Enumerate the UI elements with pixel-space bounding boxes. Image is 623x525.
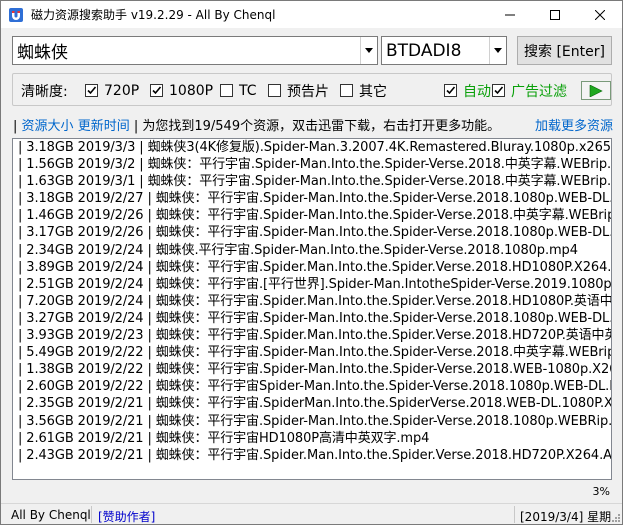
list-item[interactable]: | 3.89GB 2019/2/24 | 蜘蛛侠：平行宇宙.Spider.Man… <box>13 259 611 276</box>
filter-trailer[interactable]: 预告片 <box>268 82 329 100</box>
filter-tc[interactable]: TC <box>220 82 257 99</box>
resolution-label-text: 清晰度: <box>21 83 68 100</box>
checkbox-1080p[interactable] <box>150 84 163 97</box>
list-item[interactable]: | 2.34GB 2019/2/24 | 蜘蛛侠.平行宇宙.Spider-Man… <box>13 242 611 259</box>
ad-filter-label: 广告过滤 <box>511 83 567 100</box>
chevron-down-icon <box>365 48 373 53</box>
check-icon <box>494 86 504 95</box>
status-divider <box>514 506 515 523</box>
list-item[interactable]: | 2.51GB 2019/2/24 | 蜘蛛侠：平行宇宙.[平行世界].Spi… <box>13 276 611 293</box>
title-bar[interactable]: 磁力资源搜索助手 v19.2.29 - All By Chenql <box>1 1 622 28</box>
checkbox-trailer[interactable] <box>268 84 281 97</box>
window-title: 磁力资源搜索助手 v19.2.29 - All By Chenql <box>31 8 276 22</box>
list-item[interactable]: | 3.17GB 2019/2/26 | 蜘蛛侠：平行宇宙.Spider-Man… <box>13 224 611 241</box>
info-pipe: | <box>13 119 18 134</box>
check-icon <box>446 86 456 95</box>
play-icon <box>589 84 603 97</box>
list-item[interactable]: | 1.56GB 2019/3/2 | 蜘蛛侠：平行宇宙.Spider-Man.… <box>13 156 611 173</box>
checkbox-auto[interactable] <box>444 84 457 97</box>
list-item[interactable]: | 3.18GB 2019/3/3 | 蜘蛛侠3(4K修复版).Spider-M… <box>13 139 611 156</box>
maximize-button[interactable] <box>532 1 577 28</box>
list-item[interactable]: | 1.63GB 2019/3/1 | 蜘蛛侠：平行宇宙.Spider-Man.… <box>13 173 611 190</box>
auto-label: 自动 <box>463 83 491 100</box>
status-date: [2019/3/4] 星期一 <box>520 510 612 524</box>
results-list[interactable]: | 3.18GB 2019/3/3 | 蜘蛛侠3(4K修复版).Spider-M… <box>12 138 612 480</box>
status-divider <box>91 506 92 523</box>
checkbox-720p[interactable] <box>85 84 98 97</box>
status-bar: All By Chenql [赞助作者] [2019/3/4] 星期一 <box>1 503 622 524</box>
resolution-label: 清晰度: <box>21 82 68 100</box>
keyword-dropdown-button[interactable] <box>360 37 377 64</box>
check-icon <box>87 86 97 95</box>
list-item[interactable]: | 2.35GB 2019/2/21 | 蜘蛛侠：平行宇宙.SpiderMan.… <box>13 395 611 412</box>
keyword-combobox[interactable]: 蜘蛛侠 <box>12 36 378 65</box>
filter-1080p[interactable]: 1080P <box>150 82 213 99</box>
search-button[interactable]: 搜索 [Enter] <box>517 36 612 65</box>
list-item[interactable]: | 3.18GB 2019/2/27 | 蜘蛛侠：平行宇宙.Spider-Man… <box>13 190 611 207</box>
sort-by-size-link[interactable]: 资源大小 <box>22 119 74 134</box>
filter-720p[interactable]: 720P <box>85 82 139 99</box>
sponsor-link[interactable]: [赞助作者] <box>98 508 155 525</box>
load-more-link[interactable]: 加载更多资源 <box>535 115 613 134</box>
magnet-app-icon <box>9 7 23 22</box>
minimize-icon <box>504 14 515 15</box>
filter-group: 清晰度: 720P 1080P TC 预告片 其它 自动 广告过滤 <box>12 73 612 106</box>
keyword-input[interactable]: 蜘蛛侠 <box>13 38 360 63</box>
filter-tc-label: TC <box>239 82 257 99</box>
filter-other[interactable]: 其它 <box>340 82 387 100</box>
app-window: 磁力资源搜索助手 v19.2.29 - All By Chenql 蜘蛛侠 BT… <box>0 0 623 525</box>
list-item[interactable]: | 1.46GB 2019/2/26 | 蜘蛛侠：平行宇宙.Spider-Man… <box>13 207 611 224</box>
close-icon <box>594 9 605 20</box>
checkbox-other[interactable] <box>340 84 353 97</box>
list-item[interactable]: | 2.43GB 2019/2/21 | 蜘蛛侠：平行宇宙.Spider.Man… <box>13 447 611 464</box>
resize-grip-icon[interactable] <box>610 512 620 522</box>
checkbox-ad-filter[interactable] <box>492 84 505 97</box>
sort-by-time-link[interactable]: 更新时间 <box>78 119 130 134</box>
filter-720p-label: 720P <box>104 82 140 99</box>
filter-other-label: 其它 <box>359 83 387 100</box>
list-item[interactable]: | 5.49GB 2019/2/22 | 蜘蛛侠：平行宇宙.Spider-Man… <box>13 344 611 361</box>
checkbox-tc[interactable] <box>220 84 233 97</box>
close-button[interactable] <box>577 1 622 28</box>
list-item[interactable]: | 1.38GB 2019/2/22 | 蜘蛛侠：平行宇宙.Spider-Man… <box>13 361 611 378</box>
ad-filter-option[interactable]: 广告过滤 <box>492 82 567 100</box>
source-select-value[interactable]: BTDADI8 <box>382 41 489 61</box>
status-author: All By Chenql <box>11 508 91 522</box>
info-row: | 资源大小 更新时间 | 为您找到19/549个资源，双击迅雷下载，右击打开更… <box>13 115 613 134</box>
filter-trailer-label: 预告片 <box>287 83 329 100</box>
list-item[interactable]: | 2.60GB 2019/2/22 | 蜘蛛侠：平行宇宙Spider-Man.… <box>13 378 611 395</box>
filter-1080p-label: 1080P <box>169 82 214 99</box>
chevron-down-icon <box>494 48 502 53</box>
list-item[interactable]: | 2.61GB 2019/2/21 | 蜘蛛侠：平行宇宙HD1080P高清中英… <box>13 430 611 447</box>
list-item[interactable]: | 7.20GB 2019/2/24 | 蜘蛛侠：平行宇宙.Spider.Man… <box>13 293 611 310</box>
list-item[interactable]: | 3.93GB 2019/2/23 | 蜘蛛侠：平行宇宙.Spider.Man… <box>13 327 611 344</box>
scroll-percent: 3% <box>592 485 610 498</box>
result-summary: | 为您找到19/549个资源，双击迅雷下载，右击打开更多功能。 <box>133 119 501 134</box>
list-item[interactable]: | 3.56GB 2019/2/21 | 蜘蛛侠：平行宇宙.Spider-Man… <box>13 413 611 430</box>
check-icon <box>152 86 162 95</box>
minimize-button[interactable] <box>487 1 532 28</box>
play-button[interactable] <box>581 81 611 100</box>
maximize-icon <box>549 9 560 20</box>
source-dropdown-button[interactable] <box>489 37 506 64</box>
source-combobox[interactable]: BTDADI8 <box>381 36 507 65</box>
list-item[interactable]: | 3.27GB 2019/2/24 | 蜘蛛侠：平行宇宙.Spider-Man… <box>13 310 611 327</box>
auto-option[interactable]: 自动 <box>444 82 491 100</box>
